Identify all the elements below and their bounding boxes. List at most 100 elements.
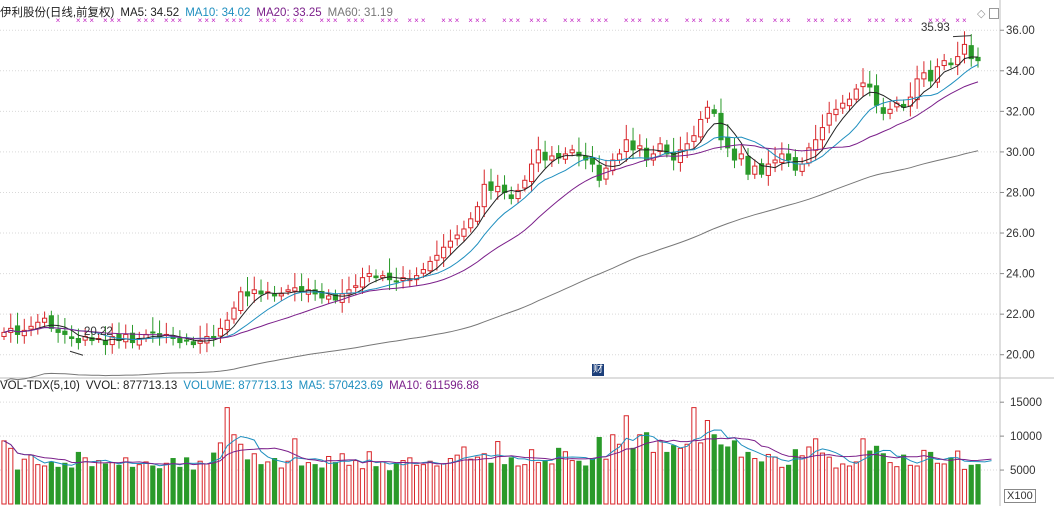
candle-down (928, 69, 934, 82)
candle-up (522, 179, 528, 189)
max-price-label: 35.93 (921, 22, 950, 34)
volume-bar-up (826, 456, 832, 505)
diamond-icon[interactable]: ◇ (977, 7, 985, 20)
volume-bar-up (562, 451, 568, 505)
volume-bar-up (251, 453, 257, 505)
candle-down (102, 340, 109, 346)
volume-bar-down (664, 451, 670, 505)
candle-up (833, 108, 839, 116)
price-tick-label: 34.00 (1006, 66, 1035, 78)
volume-bar-up (813, 438, 819, 505)
volume-bar-up (41, 465, 48, 505)
volume-bar-up (934, 462, 941, 505)
signal-marker: × (421, 16, 426, 25)
signal-marker: × (874, 16, 879, 25)
volume-bar-up (684, 443, 690, 505)
candle-down (542, 151, 548, 161)
candle-up (434, 254, 440, 261)
candle-up (603, 167, 609, 180)
candle-up (204, 335, 210, 344)
candle-down (271, 293, 278, 297)
volume-bar-up (772, 456, 778, 505)
ma10-label: MA10: 34.02 (185, 7, 251, 19)
volume-bar-up (522, 464, 528, 505)
volume-tick-label: 5000 (1010, 465, 1036, 477)
signal-marker: × (529, 16, 534, 25)
candle-up (231, 307, 237, 320)
volume-bar-up (434, 465, 440, 505)
candle-up (914, 78, 920, 101)
candle-down (508, 194, 514, 200)
candle-up (616, 153, 623, 161)
candle-up (420, 269, 426, 274)
ma60-label: MA60: 31.19 (327, 7, 393, 19)
signal-marker: × (509, 16, 514, 25)
finance-badge-icon[interactable]: 财 (592, 364, 604, 376)
candle-down (393, 280, 399, 283)
candle-up (528, 163, 535, 183)
kline-chart[interactable]: 36.00 34.00 32.00 30.00 28.00 26.00 24.00 22.00… (0, 0, 1054, 506)
candle-down (62, 330, 68, 335)
volume-label: VOLUME: 877713.13 (183, 380, 293, 392)
candle-up (562, 153, 568, 160)
volume-bar-down (928, 451, 934, 505)
volume-bar-up (623, 415, 629, 505)
signal-marker: × (468, 16, 473, 25)
volume-bar-down (89, 466, 95, 505)
candle-up (853, 88, 859, 100)
volume-bar-down (576, 460, 582, 505)
candle-up (224, 319, 230, 331)
signal-marker: × (624, 16, 629, 25)
volume-bar-up (907, 464, 913, 505)
signal-marker: × (908, 16, 913, 25)
candle-down (150, 331, 156, 334)
candle-up (535, 149, 541, 164)
volume-bar-up (353, 460, 359, 505)
volume-bar-down (190, 469, 196, 505)
volume-bar-up (163, 462, 169, 505)
volume-bar-up (549, 463, 555, 505)
candle-down (711, 109, 717, 114)
candle-up (921, 72, 927, 80)
signal-marker: × (407, 16, 412, 25)
signal-marker: × (806, 16, 811, 25)
signal-marker: × (603, 16, 608, 25)
volume-bar-up (82, 457, 88, 505)
signal-marker: × (543, 16, 548, 25)
volume-bar-up (677, 447, 683, 505)
candle-up (474, 206, 481, 222)
signal-marker: × (414, 16, 419, 25)
ma20-label: MA20: 33.25 (256, 7, 322, 19)
max-price-arrow (952, 35, 972, 38)
signal-marker: × (752, 16, 757, 25)
candle-up (738, 153, 744, 160)
volume-bar-up (468, 458, 474, 505)
volume-bar-up (380, 461, 386, 505)
volume-bar-up (914, 465, 920, 505)
candle-up (461, 228, 467, 237)
signal-marker: × (482, 16, 487, 25)
volume-bar-up (610, 434, 616, 505)
volume-bar-up (447, 458, 454, 505)
volume-bar-down (488, 462, 494, 505)
volume-bar-down (583, 465, 589, 505)
volume-bar-up (441, 463, 447, 505)
candle-down (14, 325, 21, 335)
candle-down (373, 275, 379, 279)
window-toggle-icon[interactable] (989, 8, 999, 19)
signal-marker: × (448, 16, 453, 25)
volume-bar-down (671, 445, 677, 505)
signal-marker: × (894, 16, 899, 25)
candle-up (359, 277, 366, 288)
volume-bar-up (197, 460, 203, 505)
signal-marker: × (840, 16, 845, 25)
candle-up (28, 325, 34, 330)
volume-bar-down (184, 457, 190, 505)
volume-bar-up (779, 466, 785, 505)
signal-marker: × (658, 16, 663, 25)
volume-bar-up (819, 452, 826, 505)
ma10-line (3, 64, 979, 340)
signal-marker: × (536, 16, 541, 25)
volume-bar-up (535, 462, 541, 505)
signal-marker: × (637, 16, 642, 25)
